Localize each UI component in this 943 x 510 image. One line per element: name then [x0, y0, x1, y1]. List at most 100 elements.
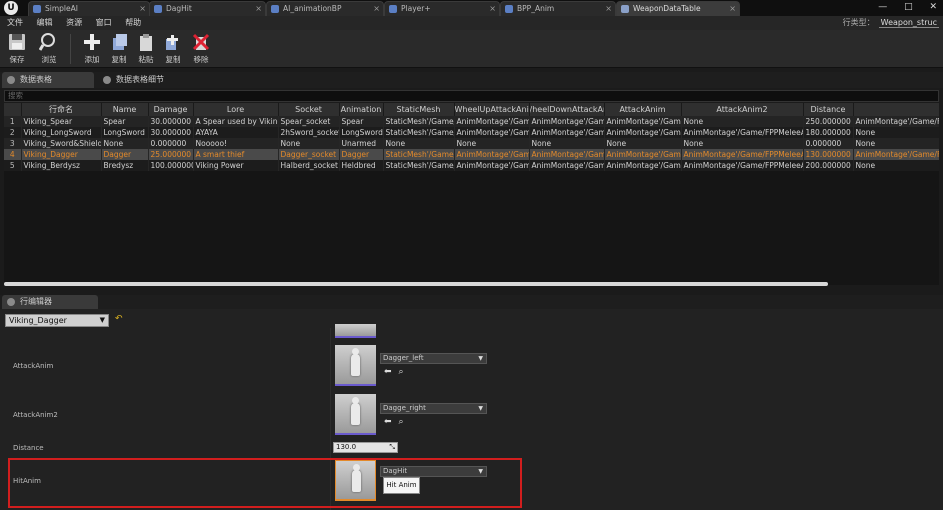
anim-thumbnail-hitanim[interactable]	[335, 460, 376, 501]
tab-data-table-details[interactable]: 数据表格细节	[98, 72, 194, 88]
asset-combo-attackanim[interactable]: Dagger_left ▼	[380, 353, 487, 364]
col-header-wheelup[interactable]: WheelUpAttackAnim	[454, 103, 530, 116]
table-cell: None	[681, 138, 804, 149]
table-cell: Viking_Spear	[21, 116, 102, 127]
row-select-dropdown[interactable]: Viking_Dagger ▼	[5, 314, 109, 327]
browse-search-icon[interactable]: ⌕	[399, 367, 404, 377]
table-cell: AnimMontage'/Game	[529, 127, 605, 138]
asset-combo-hitanim[interactable]: DagHit ▼	[380, 466, 487, 477]
use-selected-arrow-icon[interactable]: ⬅	[384, 367, 392, 377]
table-cell: AnimMontage'/Game	[454, 116, 530, 127]
maximize-icon[interactable]: □	[904, 2, 913, 12]
menu-asset[interactable]: 资源	[66, 16, 82, 30]
clipboard-icon	[140, 34, 152, 51]
table-header-row: 行命名 Name Damage Lore Socket Animation St…	[4, 103, 939, 116]
table-cell: AnimMontage'/Game	[454, 160, 530, 171]
copy-button[interactable]: 复制	[106, 32, 132, 65]
table-cell: LongSword	[339, 127, 384, 138]
col-header-wheeldown[interactable]: /heelDownAttackAnir	[529, 103, 605, 116]
reset-arrow-icon[interactable]: ↶	[115, 314, 123, 324]
menu-help[interactable]: 帮助	[125, 16, 141, 30]
menu-edit[interactable]: 编辑	[37, 16, 53, 30]
col-header-attackanim2[interactable]: AttackAnim2	[681, 103, 804, 116]
tab-data-table[interactable]: 数据表格	[2, 72, 94, 88]
table-cell: AnimMontage'/Game	[529, 160, 605, 171]
table-cell: None	[681, 116, 804, 127]
table-cell: None	[604, 138, 682, 149]
close-icon[interactable]: ×	[373, 2, 380, 15]
blueprint-icon	[271, 5, 279, 13]
col-header-attackanim[interactable]: AttackAnim	[604, 103, 682, 116]
paste-button[interactable]: 粘贴	[133, 32, 159, 65]
table-cell: StaticMesh'/Game/I	[383, 116, 455, 127]
table-cell: 180.000000	[803, 127, 854, 138]
close-icon[interactable]: ×	[255, 2, 262, 15]
col-header-distance[interactable]: Distance	[803, 103, 854, 116]
col-header-row-name[interactable]: 行命名	[21, 103, 102, 116]
tab-ai-animationbp[interactable]: AI_animationBP ×	[266, 1, 384, 16]
tooltip: Hit Anim	[383, 477, 420, 494]
drag-grip-icon[interactable]: ⤡	[389, 443, 395, 452]
col-header-animation[interactable]: Animation	[339, 103, 384, 116]
table-cell: AnimMontage'/Game/FPPMeleeAni	[681, 149, 804, 160]
table-cell: None	[101, 138, 149, 149]
row-type-value[interactable]: Weapon_struc	[878, 18, 939, 28]
col-header-staticmesh[interactable]: StaticMesh	[383, 103, 455, 116]
horizontal-scrollbar[interactable]	[4, 282, 828, 286]
table-cell: Halberd_socket	[278, 160, 340, 171]
table-cell: 25.000000	[148, 149, 194, 160]
close-icon[interactable]: ×	[729, 2, 736, 15]
table-cell: AnimMontage'/Game	[529, 116, 605, 127]
table-cell: 30.000000	[148, 116, 194, 127]
table-cell: A smart thief	[193, 149, 279, 160]
tab-bpp-anim[interactable]: BPP_Anim ×	[500, 1, 616, 16]
close-icon[interactable]: ×	[139, 2, 146, 15]
close-icon[interactable]: ×	[605, 2, 612, 15]
save-button[interactable]: 保存	[4, 32, 30, 65]
duplicate-icon	[166, 35, 178, 50]
close-window-icon[interactable]: ✕	[929, 2, 937, 12]
close-icon[interactable]: ×	[489, 2, 496, 15]
col-header-socket[interactable]: Socket	[278, 103, 340, 116]
col-header-lore[interactable]: Lore	[193, 103, 279, 116]
col-header[interactable]	[4, 103, 22, 116]
anim-thumbnail[interactable]	[335, 324, 376, 338]
table-cell: AnimMontage'/Game	[454, 127, 530, 138]
anim-thumbnail-attackanim[interactable]	[335, 345, 376, 386]
use-selected-arrow-icon[interactable]: ⬅	[384, 417, 392, 427]
menu-window[interactable]: 窗口	[96, 16, 112, 30]
delete-icon	[192, 33, 210, 51]
add-button[interactable]: 添加	[79, 32, 105, 65]
table-cell: 5	[4, 160, 22, 171]
save-icon	[9, 34, 25, 50]
table-cell: StaticMesh'/Game/I	[383, 149, 455, 160]
col-header-name[interactable]: Name	[101, 103, 149, 116]
tab-daghit[interactable]: DagHit ×	[149, 1, 266, 16]
table-row[interactable]: 2 Viking_LongSword LongSword 30.000000 A…	[4, 127, 939, 138]
browse-search-icon[interactable]: ⌕	[399, 417, 404, 427]
col-header-damage[interactable]: Damage	[148, 103, 194, 116]
tab-simpleai[interactable]: SimpleAI ×	[28, 1, 150, 16]
browse-button[interactable]: 浏览	[36, 32, 62, 65]
table-row-selected[interactable]: 4 Viking_Dagger Dagger 25.000000 A smart…	[4, 149, 939, 160]
tab-row-editor[interactable]: 行编辑器	[2, 295, 98, 309]
distance-field[interactable]: 130.0 ⤡	[333, 442, 398, 453]
table-cell: Dagger_socket	[278, 149, 340, 160]
tab-weapondatatable[interactable]: WeaponDataTable ×	[616, 1, 740, 16]
table-cell: 200.000000	[803, 160, 854, 171]
tab-player[interactable]: Player+ ×	[384, 1, 500, 16]
duplicate-button[interactable]: 复制	[160, 32, 186, 65]
minimize-icon[interactable]: —	[878, 2, 887, 12]
character-figure	[351, 348, 360, 376]
menu-file[interactable]: 文件	[7, 16, 23, 30]
search-input[interactable]: 搜索	[4, 90, 939, 102]
asset-combo-attackanim2[interactable]: Dagge_right ▼	[380, 403, 487, 414]
anim-thumbnail-attackanim2[interactable]	[335, 394, 376, 435]
table-row[interactable]: 1 Viking_Spear Spear 30.000000 A Spear u…	[4, 116, 939, 127]
col-header[interactable]	[853, 103, 939, 116]
toolbar: 保存 浏览 添加 复制 粘贴 复制 移除	[0, 30, 943, 68]
table-row[interactable]: 5 Viking_Berdysz Bredysz 100.000000 Viki…	[4, 160, 939, 171]
table-row[interactable]: 3 Viking_Sword&Shield None 0.000000 Nooo…	[4, 138, 939, 149]
row-editor-icon	[7, 298, 15, 306]
remove-button[interactable]: 移除	[188, 32, 214, 65]
